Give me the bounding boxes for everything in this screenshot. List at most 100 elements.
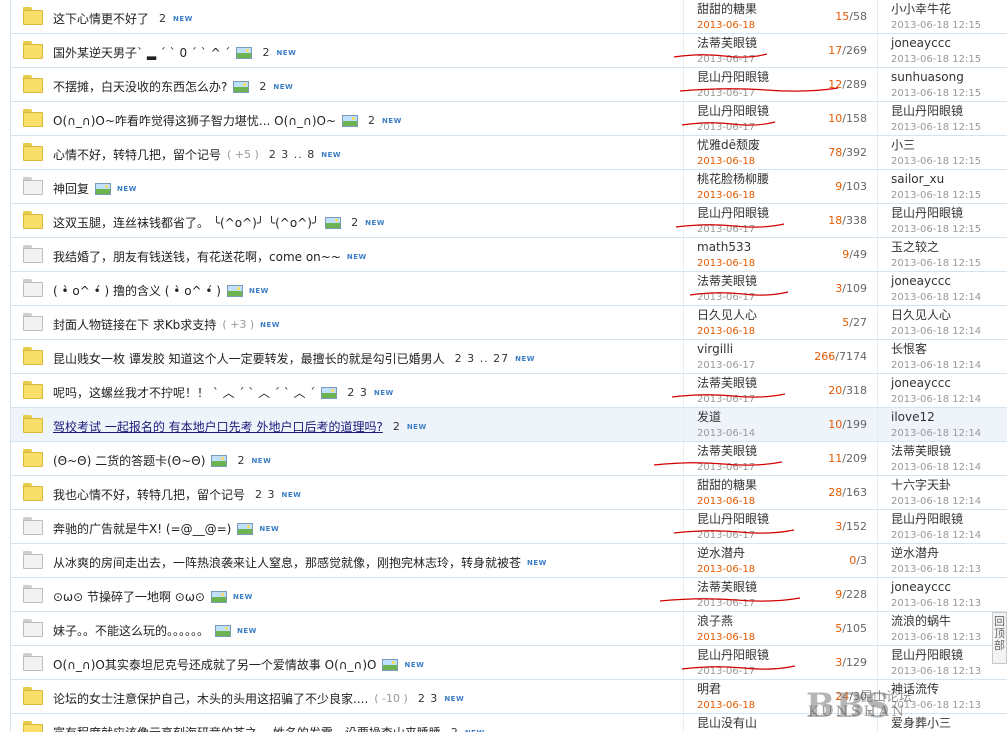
thread-title-link[interactable]: 不摆摊，白天没收的东西怎么办?	[53, 78, 227, 95]
author-name-link[interactable]: 明君	[697, 682, 755, 696]
last-post-time[interactable]: 2013-06-18 12:13	[891, 597, 981, 611]
thread-row[interactable]: 奔驰的广告就是牛X! (=@__@=) NEW 昆山丹阳眼镜 2013-06-17 3/…	[11, 510, 1007, 544]
last-post-time[interactable]: 2013-06-18 12:14	[891, 461, 981, 475]
thread-title-link[interactable]: 驾校考试 一起报名的 有本地户口先考 外地户口后考的道理吗?	[53, 418, 383, 435]
author-name-link[interactable]: 昆山丹阳眼镜	[697, 512, 769, 526]
thread-row[interactable]: 昆山贱女一枚 谭发胶 知道这个人一定要转发，最擅长的就是勾引已婚男人 2 3 ..…	[11, 340, 1007, 374]
thread-title-link[interactable]: 我也心情不好，转特几把，留个记号	[53, 486, 245, 503]
last-poster-link[interactable]: ilove12	[891, 410, 981, 424]
last-post-time[interactable]: 2013-06-18 12:14	[891, 427, 981, 441]
last-post-time[interactable]: 2013-06-18 12:13	[891, 631, 981, 645]
thread-title-link[interactable]: 神回复	[53, 180, 89, 197]
last-poster-link[interactable]: joneayccc	[891, 376, 981, 390]
last-poster-link[interactable]: 流浪的蜗牛	[891, 614, 981, 628]
last-poster-link[interactable]: 小三	[891, 138, 981, 152]
thread-title-link[interactable]: 国外某逆天男子` ▂ ´ ` 0 ´ ` ^ ´	[53, 44, 230, 61]
page-links[interactable]: 2	[393, 420, 401, 433]
author-name-link[interactable]: 甜甜的糖果	[697, 2, 757, 16]
thread-title-link[interactable]: 呢吗，这螺丝我才不拧呢！！ ` ︿ ´ ` ︿ ´ ` ︿ ´	[53, 384, 315, 401]
last-poster-link[interactable]: joneayccc	[891, 580, 981, 594]
author-name-link[interactable]: 昆山丹阳眼镜	[697, 70, 769, 84]
last-post-time[interactable]: 2013-06-18 12:15	[891, 121, 981, 135]
last-poster-link[interactable]: joneayccc	[891, 36, 981, 50]
thread-row[interactable]: 国外某逆天男子` ▂ ´ ` 0 ´ ` ^ ´ 2 NEW 法蒂芙眼镜 2013-06…	[11, 34, 1007, 68]
page-links[interactable]: 2	[262, 46, 270, 59]
thread-title-link[interactable]: ( •̀ o^ •́ ) 撸的含义 ( •̀ o^ •́ )	[53, 282, 221, 299]
author-name-link[interactable]: virgilli	[697, 342, 755, 356]
thread-row[interactable]: 我也心情不好，转特几把，留个记号 2 3 NEW 甜甜的糖果 2013-06-18 28/…	[11, 476, 1007, 510]
last-poster-link[interactable]: 玉之较之	[891, 240, 981, 254]
last-post-time[interactable]: 2013-06-18 12:14	[891, 393, 981, 407]
last-post-time[interactable]: 2013-06-18 12:15	[891, 155, 981, 169]
last-poster-link[interactable]: 昆山丹阳眼镜	[891, 512, 981, 526]
author-name-link[interactable]: 发道	[697, 410, 755, 424]
author-name-link[interactable]: 忧雅dē颓废	[697, 138, 760, 152]
page-links[interactable]: 2 3	[347, 386, 368, 399]
page-links[interactable]: 2	[237, 454, 245, 467]
thread-title-link[interactable]: (Θ~Θ) 二货的答题卡(Θ~Θ)	[53, 452, 205, 469]
page-links[interactable]: 2	[351, 216, 359, 229]
last-poster-link[interactable]: 长恨客	[891, 342, 981, 356]
author-name-link[interactable]: 法蒂芙眼镜	[697, 580, 757, 594]
thread-row[interactable]: O(∩_∩)O~咋看咋觉得这狮子智力堪忧... O(∩_∩)O~ 2 NEW 昆山丹阳…	[11, 102, 1007, 136]
page-links[interactable]: 2 3	[418, 692, 439, 705]
last-post-time[interactable]: 2013-06-18 12:15	[891, 189, 981, 203]
last-poster-link[interactable]: 日久见人心	[891, 308, 981, 322]
back-to-top-button[interactable]: 回顶部	[992, 612, 1007, 664]
thread-row[interactable]: 妹子。。不能这么玩的。。。。。。 NEW 浪子燕 2013-06-18 5/105 流浪的…	[11, 612, 1007, 646]
last-post-time[interactable]: 2013-06-18 12:13	[891, 665, 981, 679]
thread-title-link[interactable]: 这下心情更不好了	[53, 10, 149, 27]
thread-row[interactable]: 不摆摊，白天没收的东西怎么办? 2 NEW 昆山丹阳眼镜 2013-06-17 12/28…	[11, 68, 1007, 102]
author-name-link[interactable]: 法蒂芙眼镜	[697, 444, 757, 458]
last-post-time[interactable]: 2013-06-18 12:15	[891, 53, 981, 67]
last-post-time[interactable]: 2013-06-18 12:15	[891, 223, 981, 237]
author-name-link[interactable]: math533	[697, 240, 755, 254]
last-post-time[interactable]: 2013-06-18 12:15	[891, 87, 981, 101]
last-poster-link[interactable]: sailor_xu	[891, 172, 981, 186]
thread-row[interactable]: 神回复 NEW 桃花脸杨柳腰 2013-06-18 9/103 sailor_xu 2013…	[11, 170, 1007, 204]
last-post-time[interactable]: 2013-06-18 12:14	[891, 325, 981, 339]
page-links[interactable]: 2	[368, 114, 376, 127]
page-links[interactable]: 2 3 .. 8	[269, 148, 315, 161]
thread-title-link[interactable]: 心情不好，转特几把，留个记号	[53, 146, 221, 163]
author-name-link[interactable]: 日久见人心	[697, 308, 757, 322]
last-poster-link[interactable]: 十六字天卦	[891, 478, 981, 492]
page-links[interactable]: 2	[451, 726, 459, 732]
thread-row[interactable]: 从冰爽的房间走出去，一阵热浪袭来让人窒息，那感觉就像，刚抱完林志玲，转身就被苍 N…	[11, 544, 1007, 578]
page-links[interactable]: 2 3	[255, 488, 276, 501]
last-poster-link[interactable]: joneayccc	[891, 274, 981, 288]
last-post-time[interactable]: 2013-06-18 12:14	[891, 291, 981, 305]
last-poster-link[interactable]: 逆水潜舟	[891, 546, 981, 560]
thread-title-link[interactable]: O(∩_∩)O~咋看咋觉得这狮子智力堪忧... O(∩_∩)O~	[53, 112, 336, 129]
author-name-link[interactable]: 桃花脸杨柳腰	[697, 172, 769, 186]
last-post-time[interactable]: 2013-06-18 12:14	[891, 495, 981, 509]
thread-row[interactable]: 封面人物链接在下 求Kb求支持 ( +3 ) NEW 日久见人心 2013-06-18 5…	[11, 306, 1007, 340]
last-post-time[interactable]: 2013-06-18 12:14	[891, 529, 981, 543]
thread-row[interactable]: 驾校考试 一起报名的 有本地户口先考 外地户口后考的道理吗? 2 NEW 发道 2013…	[11, 408, 1007, 442]
last-post-time[interactable]: 2013-06-18 12:15	[891, 19, 981, 33]
page-links[interactable]: 2	[159, 12, 167, 25]
thread-title-link[interactable]: ⊙ω⊙ 节操碎了一地啊 ⊙ω⊙	[53, 588, 205, 605]
author-name-link[interactable]: 甜甜的糖果	[697, 478, 757, 492]
last-poster-link[interactable]: 小小幸牛花	[891, 2, 981, 16]
page-links[interactable]: 2	[259, 80, 267, 93]
thread-row[interactable]: 呢吗，这螺丝我才不拧呢！！ ` ︿ ´ ` ︿ ´ ` ︿ ´ 2 3 NEW 法蒂芙…	[11, 374, 1007, 408]
thread-title-link[interactable]: 论坛的女士注意保护自己，木头的头用这招骗了不少良家....	[53, 690, 368, 707]
last-poster-link[interactable]: 昆山丹阳眼镜	[891, 104, 981, 118]
last-post-time[interactable]: 2013-06-18 12:15	[891, 257, 981, 271]
last-post-time[interactable]: 2013-06-18 12:14	[891, 359, 981, 373]
thread-row[interactable]: (Θ~Θ) 二货的答题卡(Θ~Θ) 2 NEW 法蒂芙眼镜 2013-06-17 11/2…	[11, 442, 1007, 476]
thread-row[interactable]: 这下心情更不好了 2 NEW 甜甜的糖果 2013-06-18 15/58 小小幸牛花 201…	[11, 0, 1007, 34]
author-name-link[interactable]: 昆山丹阳眼镜	[697, 206, 769, 220]
author-name-link[interactable]: 浪子燕	[697, 614, 755, 628]
last-poster-link[interactable]: 昆山丹阳眼镜	[891, 648, 981, 662]
thread-row[interactable]: 我结婚了，朋友有钱送钱，有花送花啊，come on~~ NEW math533 201…	[11, 238, 1007, 272]
thread-title-link[interactable]: 封面人物链接在下 求Kb求支持	[53, 316, 216, 333]
last-poster-link[interactable]: sunhuasong	[891, 70, 981, 84]
thread-title-link[interactable]: 这双玉腿，连丝袜钱都省了。 ╰(^o^)╯ ╰(^o^)╯	[53, 214, 319, 231]
thread-title-link[interactable]: 富有程度就应该像元高刻海研竞的苍之一 姓名的发需，设要操查山来睡睡	[53, 724, 441, 732]
thread-row[interactable]: O(∩_∩)O其实泰坦尼克号还成就了另一个爱情故事 O(∩_∩)O NEW 昆山丹阳…	[11, 646, 1007, 680]
thread-title-link[interactable]: 我结婚了，朋友有钱送钱，有花送花啊，come on~~	[53, 248, 341, 265]
thread-row[interactable]: 这双玉腿，连丝袜钱都省了。 ╰(^o^)╯ ╰(^o^)╯ 2 NEW 昆山丹阳眼镜 2…	[11, 204, 1007, 238]
page-links[interactable]: 2 3 .. 27	[455, 352, 509, 365]
